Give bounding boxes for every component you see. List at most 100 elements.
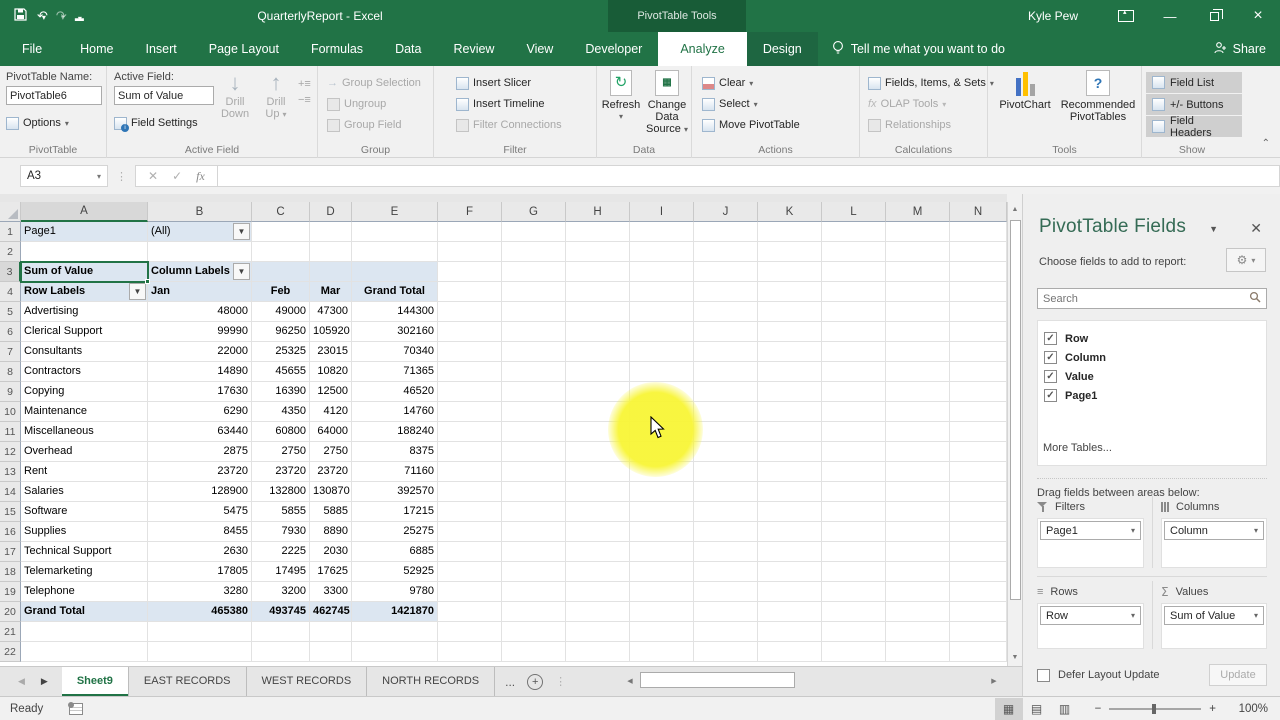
- column-header-G[interactable]: G: [502, 202, 566, 222]
- share-button[interactable]: Share: [1214, 32, 1266, 66]
- cell-D15[interactable]: 5885: [310, 502, 352, 522]
- cell-J5[interactable]: [694, 302, 758, 322]
- cell-M12[interactable]: [886, 442, 950, 462]
- cell-I1[interactable]: [630, 222, 694, 242]
- cell-H3[interactable]: [566, 262, 630, 282]
- insert-timeline-button[interactable]: Insert Timeline: [456, 95, 596, 113]
- cell-A8[interactable]: Contractors: [21, 362, 148, 382]
- cell-J7[interactable]: [694, 342, 758, 362]
- cell-A13[interactable]: Rent: [21, 462, 148, 482]
- cell-J11[interactable]: [694, 422, 758, 442]
- cell-K17[interactable]: [758, 542, 822, 562]
- cell-A11[interactable]: Miscellaneous: [21, 422, 148, 442]
- cell-I15[interactable]: [630, 502, 694, 522]
- horizontal-scroll-thumb[interactable]: [640, 672, 795, 688]
- zoom-out-icon[interactable]: −: [1095, 703, 1102, 715]
- cell-L15[interactable]: [822, 502, 886, 522]
- cell-H22[interactable]: [566, 642, 630, 662]
- row-header-11[interactable]: 11: [0, 422, 21, 442]
- cell-M22[interactable]: [886, 642, 950, 662]
- cell-J2[interactable]: [694, 242, 758, 262]
- cell-J18[interactable]: [694, 562, 758, 582]
- cell-B9[interactable]: 17630: [148, 382, 252, 402]
- cell-I4[interactable]: [630, 282, 694, 302]
- row-header-3[interactable]: 3: [0, 262, 21, 282]
- select-button[interactable]: Select▾: [702, 95, 859, 113]
- cell-J15[interactable]: [694, 502, 758, 522]
- cell-K3[interactable]: [758, 262, 822, 282]
- scroll-right-icon[interactable]: ▶: [986, 677, 1002, 685]
- cell-N9[interactable]: [950, 382, 1007, 402]
- column-header-N[interactable]: N: [950, 202, 1007, 222]
- customize-qat-icon[interactable]: ▬▾: [75, 9, 82, 24]
- cell-C15[interactable]: 5855: [252, 502, 310, 522]
- columns-chip-column[interactable]: Column▾: [1164, 521, 1264, 540]
- cell-C22[interactable]: [252, 642, 310, 662]
- ribbon-tab-analyze[interactable]: Analyze: [658, 32, 746, 66]
- cell-F5[interactable]: [438, 302, 502, 322]
- cell-K2[interactable]: [758, 242, 822, 262]
- cell-G14[interactable]: [502, 482, 566, 502]
- cell-K18[interactable]: [758, 562, 822, 582]
- row-header-19[interactable]: 19: [0, 582, 21, 602]
- cell-F15[interactable]: [438, 502, 502, 522]
- cell-D10[interactable]: 4120: [310, 402, 352, 422]
- cell-E11[interactable]: 188240: [352, 422, 438, 442]
- cell-I12[interactable]: [630, 442, 694, 462]
- field-settings-button[interactable]: i Field Settings: [114, 114, 214, 132]
- cell-C8[interactable]: 45655: [252, 362, 310, 382]
- cell-B14[interactable]: 128900: [148, 482, 252, 502]
- cell-L18[interactable]: [822, 562, 886, 582]
- cell-E14[interactable]: 392570: [352, 482, 438, 502]
- row-header-14[interactable]: 14: [0, 482, 21, 502]
- ribbon-tab-developer[interactable]: Developer: [569, 32, 658, 66]
- cell-D12[interactable]: 2750: [310, 442, 352, 462]
- cell-M18[interactable]: [886, 562, 950, 582]
- cell-N5[interactable]: [950, 302, 1007, 322]
- cell-J14[interactable]: [694, 482, 758, 502]
- cell-J16[interactable]: [694, 522, 758, 542]
- cell-I6[interactable]: [630, 322, 694, 342]
- options-button[interactable]: Options▾: [6, 114, 102, 132]
- column-header-B[interactable]: B: [148, 202, 252, 222]
- group-selection-button[interactable]: →Group Selection: [327, 74, 433, 92]
- row-header-7[interactable]: 7: [0, 342, 21, 362]
- cell-F1[interactable]: [438, 222, 502, 242]
- cell-D22[interactable]: [310, 642, 352, 662]
- cell-N18[interactable]: [950, 562, 1007, 582]
- cell-F8[interactable]: [438, 362, 502, 382]
- row-header-1[interactable]: 1: [0, 222, 21, 242]
- cell-J6[interactable]: [694, 322, 758, 342]
- cell-K14[interactable]: [758, 482, 822, 502]
- vertical-scroll-thumb[interactable]: [1010, 220, 1021, 600]
- cell-J17[interactable]: [694, 542, 758, 562]
- rows-area[interactable]: Row▾: [1037, 603, 1144, 649]
- cell-M19[interactable]: [886, 582, 950, 602]
- minimize-icon[interactable]: —: [1148, 0, 1192, 32]
- cell-F16[interactable]: [438, 522, 502, 542]
- cell-M13[interactable]: [886, 462, 950, 482]
- cell-M6[interactable]: [886, 322, 950, 342]
- cell-B8[interactable]: 14890: [148, 362, 252, 382]
- cell-L21[interactable]: [822, 622, 886, 642]
- cell-E17[interactable]: 6885: [352, 542, 438, 562]
- cell-H13[interactable]: [566, 462, 630, 482]
- cell-G12[interactable]: [502, 442, 566, 462]
- cell-B18[interactable]: 17805: [148, 562, 252, 582]
- cell-H16[interactable]: [566, 522, 630, 542]
- cell-B13[interactable]: 23720: [148, 462, 252, 482]
- cell-N1[interactable]: [950, 222, 1007, 242]
- cell-I18[interactable]: [630, 562, 694, 582]
- zoom-slider-thumb[interactable]: [1152, 704, 1156, 714]
- cell-I8[interactable]: [630, 362, 694, 382]
- cell-G15[interactable]: [502, 502, 566, 522]
- filters-chip-page1[interactable]: Page1▾: [1040, 521, 1141, 540]
- cell-B3-dropdown-icon[interactable]: ▼: [233, 263, 250, 280]
- cell-A20[interactable]: Grand Total: [21, 602, 148, 622]
- field-list-toggle[interactable]: Field List: [1146, 72, 1242, 93]
- cell-C2[interactable]: [252, 242, 310, 262]
- cell-D6[interactable]: 105920: [310, 322, 352, 342]
- cell-I13[interactable]: [630, 462, 694, 482]
- cell-L6[interactable]: [822, 322, 886, 342]
- column-header-A[interactable]: A: [21, 202, 148, 222]
